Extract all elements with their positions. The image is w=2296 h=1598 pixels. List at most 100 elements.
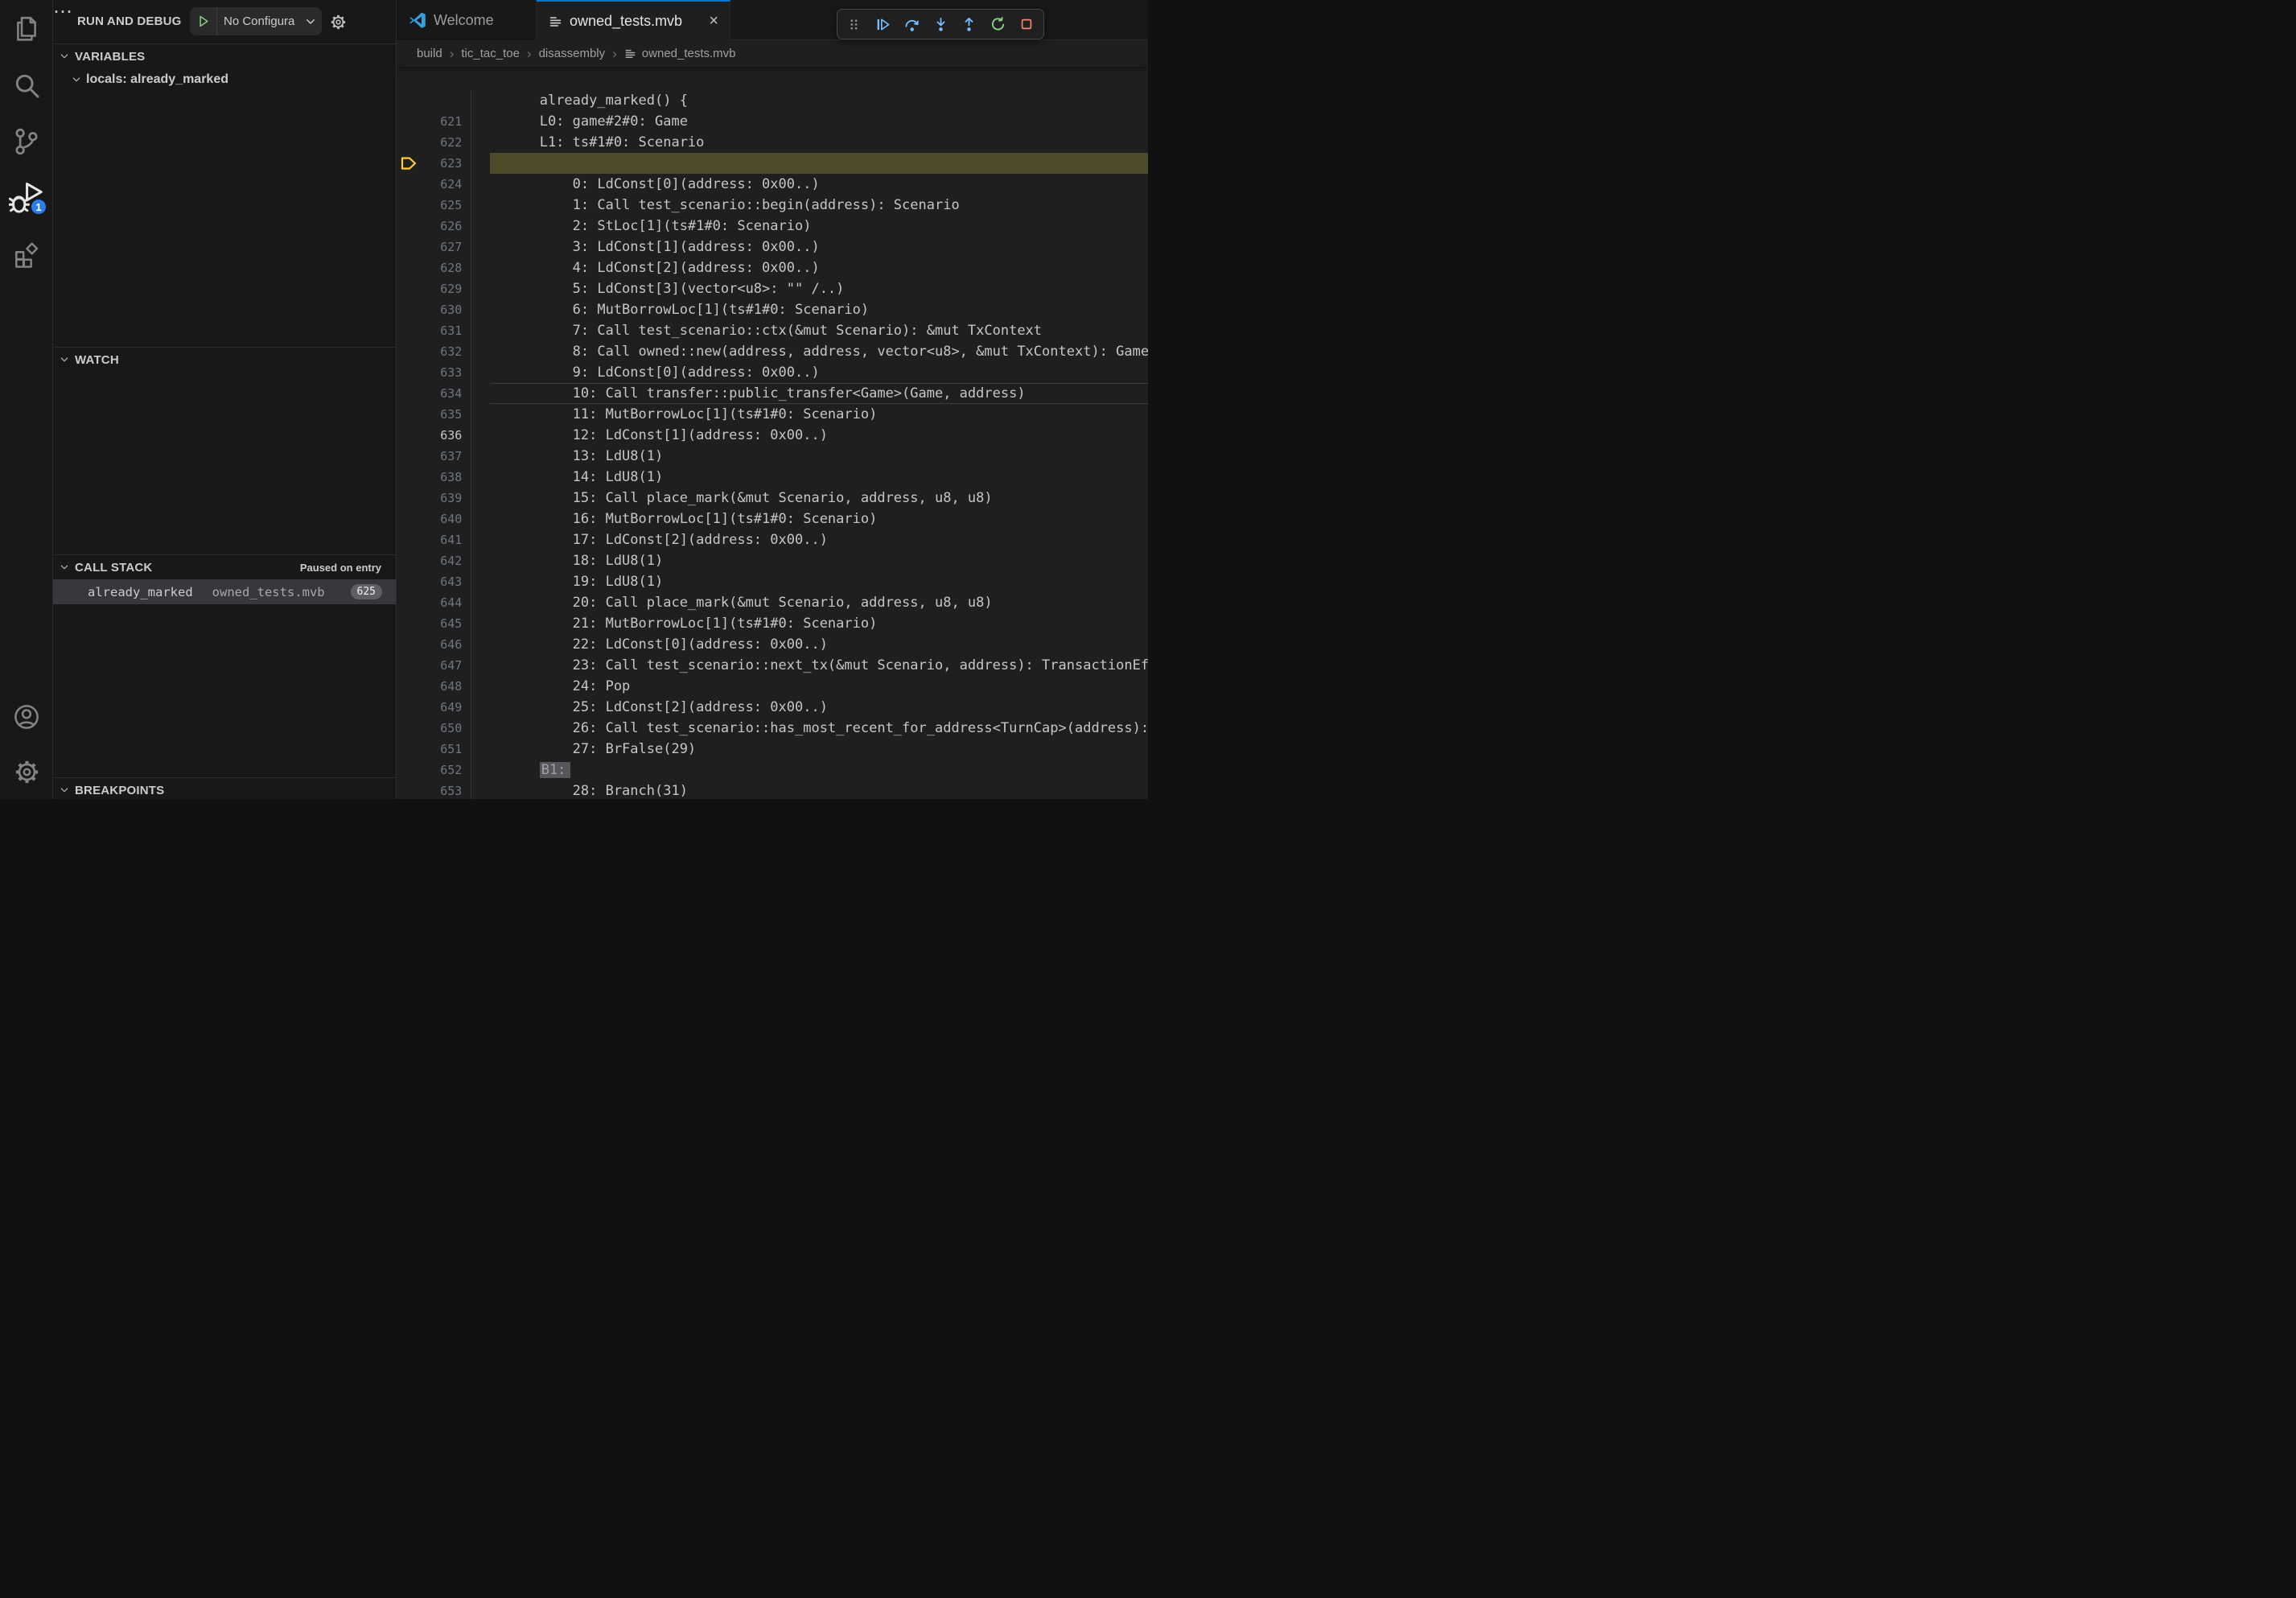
line-gutter[interactable]: 627 — [397, 195, 490, 216]
line-gutter[interactable]: 629 — [397, 237, 490, 257]
activity-item-explorer[interactable] — [0, 10, 53, 48]
line-content[interactable]: 22: LdConst[0](address: 0x00..) — [490, 613, 1148, 634]
line-gutter[interactable]: 633 — [397, 320, 490, 341]
views-more-actions-button[interactable]: ⋯ — [53, 1, 74, 23]
line-gutter[interactable]: 636 — [397, 383, 490, 404]
line-gutter[interactable]: 637 — [397, 404, 490, 425]
line-content[interactable]: 12: LdConst[1](address: 0x00..) — [490, 404, 1148, 425]
call-stack-header[interactable]: CALL STACK Paused on entry — [53, 555, 396, 579]
line-gutter[interactable]: 655 — [397, 780, 490, 799]
start-debug-button[interactable] — [190, 7, 217, 35]
line-gutter[interactable]: 640 — [397, 467, 490, 488]
breadcrumb-item[interactable]: tic_tac_toe — [461, 47, 520, 60]
line-content[interactable]: 4: LdConst[2](address: 0x00..) — [490, 237, 1148, 257]
code-editor[interactable]: 621 already_marked() { 622 L0: game#2#0:… — [397, 67, 1148, 799]
line-content[interactable]: B2: — [490, 780, 1148, 799]
line-content[interactable]: 0: LdConst[0](address: 0x00..) — [490, 153, 1148, 174]
configure-gear-button[interactable] — [330, 14, 347, 31]
breadcrumb-item[interactable]: disassembly — [539, 47, 606, 60]
line-gutter[interactable]: 645 — [397, 571, 490, 592]
line-gutter[interactable]: 630 — [397, 257, 490, 278]
tab-close-button[interactable]: × — [707, 13, 720, 29]
line-content[interactable]: L1: ts#1#0: Scenario — [490, 111, 1148, 132]
line-content[interactable]: 9: LdConst[0](address: 0x00..) — [490, 341, 1148, 362]
line-gutter[interactable]: 642 — [397, 509, 490, 529]
line-content[interactable]: 6: MutBorrowLoc[1](ts#1#0: Scenario) — [490, 278, 1148, 299]
line-content[interactable]: 2: StLoc[1](ts#1#0: Scenario) — [490, 195, 1148, 216]
variables-scope-locals[interactable]: locals: already_marked — [53, 68, 396, 90]
line-content[interactable]: already_marked() { — [490, 69, 1148, 90]
line-gutter[interactable]: 649 — [397, 655, 490, 676]
line-content[interactable]: 17: LdConst[2](address: 0x00..) — [490, 509, 1148, 529]
line-content[interactable]: 15: Call place_mark(&mut Scenario, addre… — [490, 467, 1148, 488]
activity-item-search[interactable] — [0, 66, 53, 105]
line-gutter[interactable]: 654 — [397, 760, 490, 780]
breadcrumb-item[interactable]: build — [417, 47, 442, 60]
watch-header[interactable]: WATCH — [53, 348, 396, 372]
debug-config-label[interactable]: No Configura — [217, 14, 304, 28]
line-content[interactable]: 28: Branch(31) — [490, 760, 1148, 780]
line-gutter[interactable]: 622 — [397, 90, 490, 111]
variables-header[interactable]: VARIABLES — [53, 44, 396, 68]
line-gutter[interactable]: 644 — [397, 550, 490, 571]
call-stack-frame[interactable]: already_marked owned_tests.mvb 625 — [53, 579, 396, 604]
line-gutter[interactable]: 651 — [397, 697, 490, 718]
line-gutter[interactable]: 648 — [397, 634, 490, 655]
editor-tab[interactable]: Welcome — [397, 0, 537, 40]
line-content[interactable]: 18: LdU8(1) — [490, 529, 1148, 550]
line-content[interactable]: 27: BrFalse(29) — [490, 718, 1148, 739]
continue-button[interactable] — [871, 12, 895, 36]
step-out-button[interactable] — [957, 12, 981, 36]
editor-tab[interactable]: owned_tests.mvb × — [537, 0, 730, 40]
line-gutter[interactable]: 652 — [397, 718, 490, 739]
line-gutter[interactable]: 624 — [397, 132, 490, 153]
line-content[interactable]: 3: LdConst[1](address: 0x00..) — [490, 216, 1148, 237]
activity-item-run-and-debug[interactable]: 1 — [0, 179, 53, 217]
line-content[interactable]: 1: Call test_scenario::begin(address): S… — [490, 174, 1148, 195]
activity-item-extensions[interactable] — [0, 235, 53, 274]
restart-button[interactable] — [986, 12, 1010, 36]
line-content[interactable]: B0: — [490, 132, 1148, 153]
line-content[interactable]: 11: MutBorrowLoc[1](ts#1#0: Scenario) — [490, 383, 1148, 404]
step-over-button[interactable] — [899, 12, 924, 36]
line-gutter[interactable]: 641 — [397, 488, 490, 509]
toolbar-drag-handle[interactable] — [842, 12, 866, 36]
line-content[interactable]: L0: game#2#0: Game — [490, 90, 1148, 111]
line-gutter[interactable]: 646 — [397, 592, 490, 613]
line-gutter[interactable]: 638 — [397, 425, 490, 446]
line-gutter[interactable]: 634 — [397, 341, 490, 362]
line-content[interactable]: 7: Call test_scenario::ctx(&mut Scenario… — [490, 299, 1148, 320]
line-content[interactable]: 14: LdU8(1) — [490, 446, 1148, 467]
line-content[interactable]: 8: Call owned::new(address, address, vec… — [490, 320, 1148, 341]
line-gutter[interactable]: 647 — [397, 613, 490, 634]
line-content[interactable]: 26: Call test_scenario::has_most_recent_… — [490, 697, 1148, 718]
line-gutter[interactable]: 631 — [397, 278, 490, 299]
stop-button[interactable] — [1014, 12, 1039, 36]
line-content[interactable]: 16: MutBorrowLoc[1](ts#1#0: Scenario) — [490, 488, 1148, 509]
line-gutter[interactable]: 626 — [397, 174, 490, 195]
line-content[interactable]: 19: LdU8(1) — [490, 550, 1148, 571]
line-content[interactable]: B1: — [490, 739, 1148, 760]
line-gutter[interactable]: 635 — [397, 362, 490, 383]
line-content[interactable]: 10: Call transfer::public_transfer<Game>… — [490, 362, 1148, 383]
line-content[interactable]: 20: Call place_mark(&mut Scenario, addre… — [490, 571, 1148, 592]
line-content[interactable]: 23: Call test_scenario::next_tx(&mut Sce… — [490, 634, 1148, 655]
line-gutter[interactable]: 623 — [397, 111, 490, 132]
line-gutter[interactable]: 650 — [397, 676, 490, 697]
line-content[interactable]: 21: MutBorrowLoc[1](ts#1#0: Scenario) — [490, 592, 1148, 613]
line-content[interactable]: 24: Pop — [490, 655, 1148, 676]
line-content[interactable]: 13: LdU8(1) — [490, 425, 1148, 446]
line-gutter[interactable]: 632 — [397, 299, 490, 320]
debug-config-picker[interactable]: No Configura — [190, 7, 322, 35]
line-gutter[interactable]: 653 — [397, 739, 490, 760]
activity-item-source-control[interactable] — [0, 122, 53, 161]
activity-item-accounts[interactable] — [0, 698, 53, 736]
line-content[interactable]: 25: LdConst[2](address: 0x00..) — [490, 676, 1148, 697]
line-gutter[interactable]: 625 — [397, 153, 490, 174]
line-gutter[interactable]: 621 — [397, 69, 490, 90]
activity-item-manage[interactable] — [0, 752, 53, 791]
breadcrumb-item[interactable]: owned_tests.mvb — [624, 47, 736, 60]
line-gutter[interactable]: 628 — [397, 216, 490, 237]
line-content[interactable]: 5: LdConst[3](vector<u8>: "" /..) — [490, 257, 1148, 278]
step-into-button[interactable] — [928, 12, 953, 36]
